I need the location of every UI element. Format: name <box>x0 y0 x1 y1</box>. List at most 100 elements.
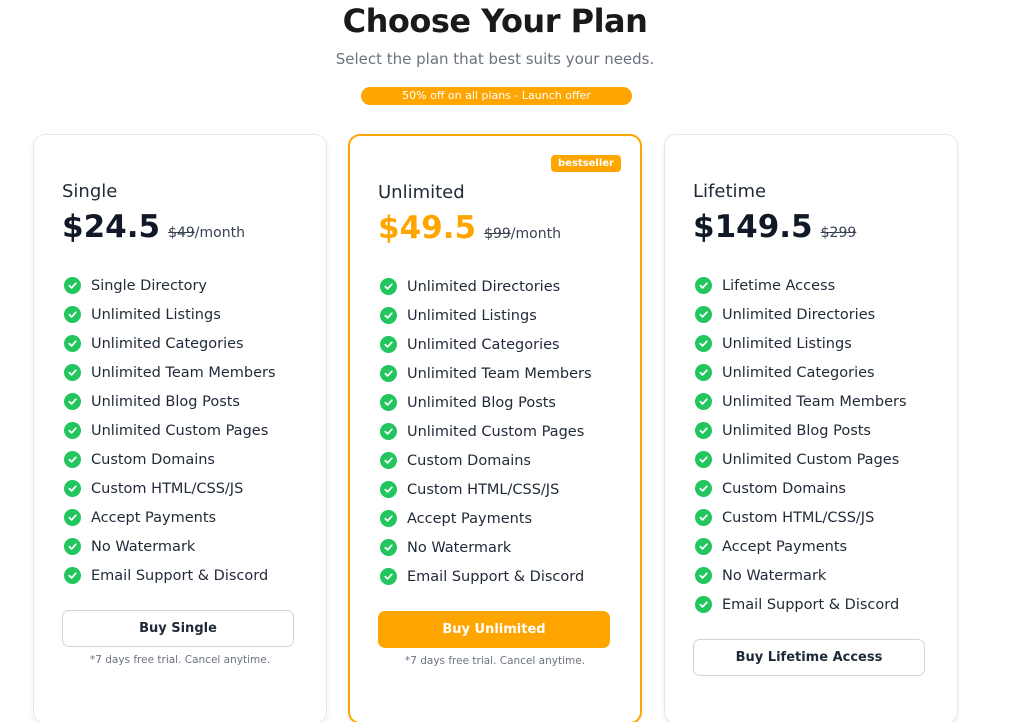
feature-item: Unlimited Blog Posts <box>64 387 276 416</box>
check-circle-icon <box>64 393 81 410</box>
check-circle-icon <box>64 509 81 526</box>
feature-item: Email Support & Discord <box>380 562 592 591</box>
check-circle-icon <box>695 451 712 468</box>
feature-label: Accept Payments <box>722 538 848 555</box>
billing-period: /month <box>510 226 561 242</box>
check-circle-icon <box>380 278 397 295</box>
check-circle-icon <box>695 393 712 410</box>
plan-name: Unlimited <box>378 182 465 203</box>
feature-label: Unlimited Categories <box>407 336 560 353</box>
check-circle-icon <box>380 394 397 411</box>
feature-label: Unlimited Blog Posts <box>407 394 556 411</box>
check-circle-icon <box>380 452 397 469</box>
feature-label: Custom Domains <box>91 451 215 468</box>
check-circle-icon <box>64 422 81 439</box>
feature-item: Unlimited Blog Posts <box>695 416 907 445</box>
feature-list: Unlimited Directories Unlimited Listings U… <box>380 272 592 591</box>
feature-label: Email Support & Discord <box>91 567 269 584</box>
original-price: $49 <box>168 225 195 241</box>
check-circle-icon <box>695 306 712 323</box>
trial-note: *7 days free trial. Cancel anytime. <box>89 654 271 666</box>
feature-label: Accept Payments <box>407 510 533 527</box>
feature-label: Unlimited Directories <box>407 278 561 295</box>
feature-label: Email Support & Discord <box>722 596 900 613</box>
feature-item: No Watermark <box>380 533 592 562</box>
feature-label: Unlimited Directories <box>722 306 876 323</box>
feature-item: Unlimited Listings <box>64 300 276 329</box>
feature-label: Email Support & Discord <box>407 568 585 585</box>
check-circle-icon <box>695 509 712 526</box>
feature-label: Unlimited Custom Pages <box>722 451 900 468</box>
price-row: $49.5 $99/month <box>378 210 561 246</box>
check-circle-icon <box>695 480 712 497</box>
feature-label: Custom Domains <box>407 452 531 469</box>
check-circle-icon <box>64 306 81 323</box>
feature-item: Custom HTML/CSS/JS <box>64 474 276 503</box>
feature-item: Unlimited Team Members <box>64 358 276 387</box>
check-circle-icon <box>380 481 397 498</box>
feature-label: Custom HTML/CSS/JS <box>407 481 560 498</box>
feature-label: Unlimited Blog Posts <box>91 393 240 410</box>
feature-item: Custom Domains <box>380 446 592 475</box>
feature-item: Unlimited Directories <box>695 300 907 329</box>
check-circle-icon <box>380 336 397 353</box>
buy-unlimited-button[interactable]: Buy Unlimited <box>378 611 610 648</box>
buy-lifetime-button[interactable]: Buy Lifetime Access <box>693 639 925 676</box>
check-circle-icon <box>380 568 397 585</box>
check-circle-icon <box>695 335 712 352</box>
feature-item: Unlimited Team Members <box>380 359 592 388</box>
feature-item: No Watermark <box>64 532 276 561</box>
feature-label: Unlimited Custom Pages <box>91 422 269 439</box>
price-row: $149.5 $299 <box>693 209 856 245</box>
feature-item: Unlimited Custom Pages <box>380 417 592 446</box>
page-title: Choose Your Plan <box>342 2 648 40</box>
feature-label: Unlimited Team Members <box>91 364 276 381</box>
feature-item: Unlimited Categories <box>64 329 276 358</box>
check-circle-icon <box>380 423 397 440</box>
feature-label: Lifetime Access <box>722 277 836 294</box>
feature-label: Unlimited Listings <box>722 335 852 352</box>
feature-item: Custom Domains <box>695 474 907 503</box>
feature-label: No Watermark <box>91 538 196 555</box>
check-circle-icon <box>64 480 81 497</box>
feature-item: Unlimited Categories <box>695 358 907 387</box>
plan-card-lifetime: Lifetime $149.5 $299 Lifetime Access Unlim… <box>664 134 958 722</box>
plan-price: $24.5 <box>62 209 161 245</box>
feature-label: Custom HTML/CSS/JS <box>91 480 244 497</box>
check-circle-icon <box>695 364 712 381</box>
feature-label: Unlimited Categories <box>91 335 244 352</box>
check-circle-icon <box>64 538 81 555</box>
feature-label: Unlimited Team Members <box>407 365 592 382</box>
check-circle-icon <box>64 277 81 294</box>
feature-label: Unlimited Categories <box>722 364 875 381</box>
trial-note: *7 days free trial. Cancel anytime. <box>404 655 586 667</box>
buy-single-button[interactable]: Buy Single <box>62 610 294 647</box>
feature-item: Custom HTML/CSS/JS <box>380 475 592 504</box>
check-circle-icon <box>695 422 712 439</box>
check-circle-icon <box>695 538 712 555</box>
page-subtitle: Select the plan that best suits your nee… <box>335 50 655 68</box>
check-circle-icon <box>64 364 81 381</box>
plan-price: $49.5 <box>378 210 477 246</box>
feature-label: Unlimited Blog Posts <box>722 422 871 439</box>
plan-card-single: Single $24.5 $49/month Single Directory Un… <box>33 134 327 722</box>
feature-item: Email Support & Discord <box>64 561 276 590</box>
feature-item: Email Support & Discord <box>695 590 907 619</box>
check-circle-icon <box>64 335 81 352</box>
billing-period: /month <box>194 225 245 241</box>
check-circle-icon <box>380 510 397 527</box>
feature-list: Single Directory Unlimited Listings Unlimi… <box>64 271 276 590</box>
launch-offer-badge: 50% off on all plans - Launch offer <box>361 87 632 105</box>
feature-item: Custom Domains <box>64 445 276 474</box>
check-circle-icon <box>695 596 712 613</box>
original-price: $299 <box>820 225 857 241</box>
check-circle-icon <box>695 277 712 294</box>
feature-label: Unlimited Listings <box>407 307 537 324</box>
plan-name: Single <box>62 181 118 202</box>
feature-label: Unlimited Team Members <box>722 393 907 410</box>
check-circle-icon <box>64 567 81 584</box>
feature-item: Single Directory <box>64 271 276 300</box>
feature-item: Unlimited Directories <box>380 272 592 301</box>
feature-label: No Watermark <box>722 567 827 584</box>
feature-label: Unlimited Listings <box>91 306 221 323</box>
